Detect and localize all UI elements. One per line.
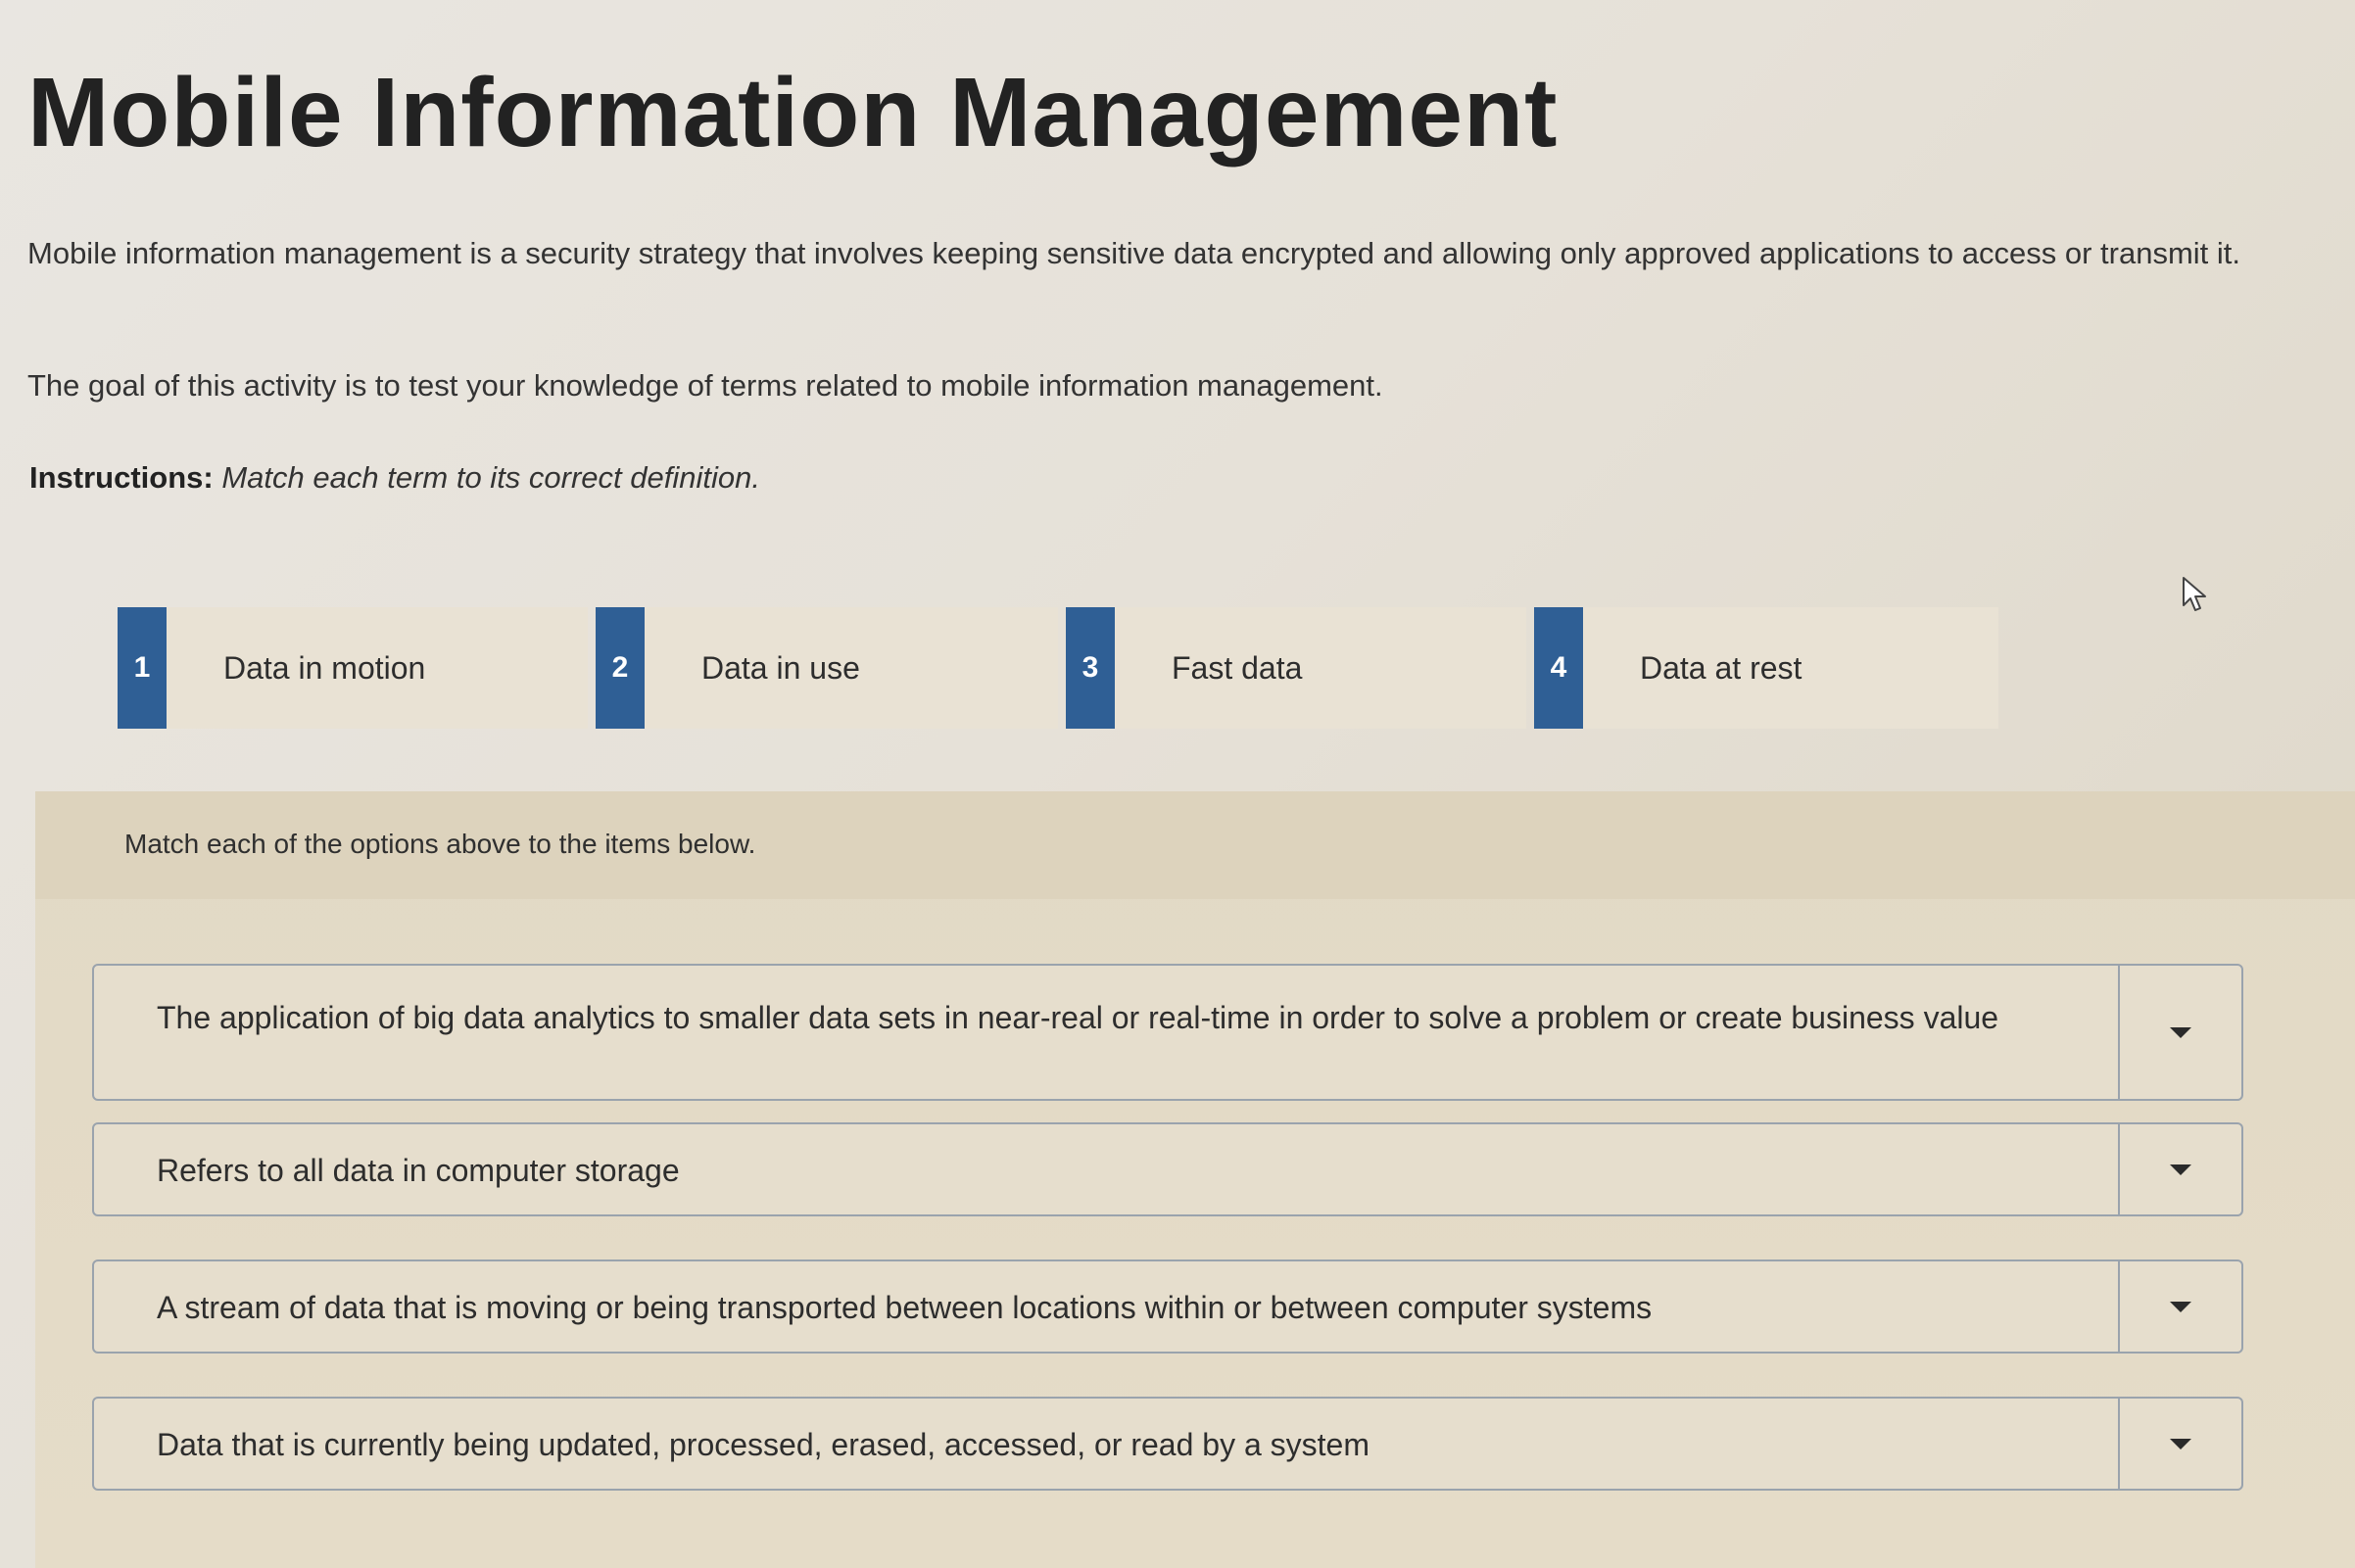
term-label: Fast data — [1172, 649, 1303, 686]
term-label: Data in use — [701, 649, 860, 686]
definition-text: The application of big data analytics to… — [157, 1000, 1999, 1035]
term-number-badge: 1 — [118, 607, 167, 729]
mouse-pointer-icon — [2183, 577, 2206, 611]
term-option-3[interactable]: 3 Fast data — [1066, 607, 1526, 729]
term-number-badge: 3 — [1066, 607, 1115, 729]
term-label: Data at rest — [1640, 649, 1802, 686]
instructions-label: Instructions: — [29, 460, 214, 495]
term-number-badge: 4 — [1534, 607, 1583, 729]
term-dropdown[interactable] — [2118, 1399, 2241, 1489]
chevron-down-icon — [2170, 1438, 2191, 1449]
instructions: Instructions: Match each term to its cor… — [29, 456, 760, 499]
intro-paragraph: Mobile information management is a secur… — [27, 236, 2241, 270]
instructions-text: Match each term to its correct definitio… — [221, 460, 760, 495]
activity-page: Mobile Information Management Mobile inf… — [0, 0, 2355, 1568]
definition-item[interactable]: Data that is currently being updated, pr… — [92, 1397, 2243, 1491]
definition-text: Refers to all data in computer storage — [157, 1153, 680, 1188]
chevron-down-icon — [2170, 1164, 2191, 1175]
term-dropdown[interactable] — [2118, 1261, 2241, 1352]
term-option-2[interactable]: 2 Data in use — [596, 607, 1058, 729]
definition-item[interactable]: Refers to all data in computer storage — [92, 1122, 2243, 1216]
term-option-4[interactable]: 4 Data at rest — [1534, 607, 1998, 729]
chevron-down-icon — [2170, 1301, 2191, 1312]
page-title: Mobile Information Management — [27, 58, 1559, 167]
term-option-1[interactable]: 1 Data in motion — [118, 607, 588, 729]
term-options: 1 Data in motion 2 Data in use 3 Fast da… — [118, 607, 1998, 731]
matching-header: Match each of the options above to the i… — [35, 791, 2355, 899]
definition-text: A stream of data that is moving or being… — [157, 1290, 1653, 1325]
term-dropdown[interactable] — [2118, 1124, 2241, 1214]
goal-paragraph: The goal of this activity is to test you… — [27, 368, 1383, 403]
definition-text: Data that is currently being updated, pr… — [157, 1427, 1370, 1462]
matching-area: Match each of the options above to the i… — [35, 791, 2355, 1568]
term-dropdown[interactable] — [2118, 966, 2241, 1099]
chevron-down-icon — [2170, 1026, 2191, 1038]
definition-item[interactable]: The application of big data analytics to… — [92, 964, 2243, 1101]
matching-instruction: Match each of the options above to the i… — [124, 829, 756, 859]
term-label: Data in motion — [223, 649, 426, 686]
definition-item[interactable]: A stream of data that is moving or being… — [92, 1259, 2243, 1354]
term-number-badge: 2 — [596, 607, 645, 729]
